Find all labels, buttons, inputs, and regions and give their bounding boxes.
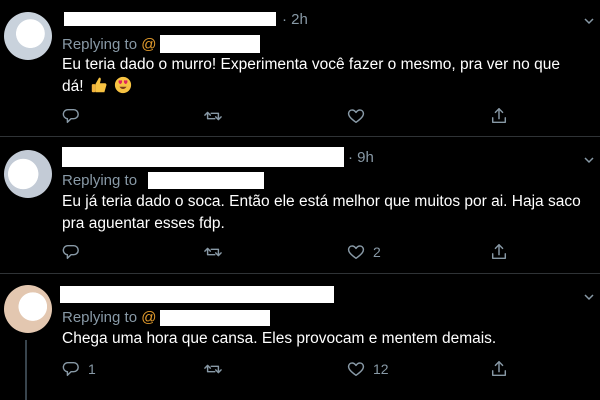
- thread-line: [25, 340, 27, 400]
- tweet-text-line: Eu já teria dado o soca. Então ele está …: [62, 193, 581, 210]
- redacted-mention: [160, 35, 260, 53]
- tweet-text-line: dá!: [62, 76, 592, 98]
- replying-label-text: Replying to: [62, 309, 138, 326]
- replying-to-label: Replying to: [62, 172, 138, 189]
- redacted-username: [62, 147, 344, 167]
- chevron-down-icon[interactable]: [584, 292, 594, 302]
- reply-button[interactable]: [62, 243, 88, 261]
- share-button[interactable]: [490, 107, 508, 125]
- tweet-text: Eu teria dado o murro! Experimenta você …: [62, 54, 592, 98]
- tweet-text-line: Eu teria dado o murro! Experimenta você …: [62, 56, 560, 73]
- avatar[interactable]: [4, 150, 52, 198]
- like-count: 2: [373, 244, 381, 260]
- avatar[interactable]: [4, 12, 52, 60]
- reply-count: 1: [88, 361, 96, 377]
- chevron-down-icon[interactable]: [584, 155, 594, 165]
- chevron-down-icon[interactable]: [584, 16, 594, 26]
- mention-at[interactable]: @: [141, 309, 156, 326]
- reply-icon: [62, 361, 79, 377]
- tweet-text: Chega uma hora que cansa. Eles provocam …: [62, 330, 497, 347]
- reply-icon: [62, 244, 79, 260]
- like-button[interactable]: [347, 107, 373, 125]
- share-button[interactable]: [490, 360, 508, 378]
- tweet-1[interactable]: · 2h Replying to @ Eu teria dado o murro…: [0, 0, 600, 137]
- reply-button[interactable]: [62, 107, 88, 125]
- heart-eyes-emoji-icon: [115, 76, 132, 94]
- share-button[interactable]: [490, 243, 508, 261]
- tweet-text: Eu já teria dado o soca. Então ele está …: [62, 191, 592, 235]
- retweet-icon: [204, 247, 222, 257]
- tweet-text-line: pra aguentar esses fdp.: [62, 215, 225, 232]
- share-icon: [491, 108, 507, 124]
- tweet-text-fragment: dá!: [62, 78, 84, 95]
- redacted-mention: [160, 310, 270, 326]
- reply-icon: [62, 108, 79, 124]
- avatar[interactable]: [4, 285, 52, 333]
- avatar-image: [4, 285, 52, 333]
- like-button[interactable]: 2: [347, 243, 381, 261]
- retweet-button[interactable]: [204, 243, 230, 261]
- tweet-timestamp[interactable]: · 2h: [282, 11, 308, 28]
- retweet-button[interactable]: [204, 107, 230, 125]
- redacted-mention: [148, 172, 264, 189]
- replying-to-label: Replying to @: [62, 36, 156, 53]
- retweet-button[interactable]: [204, 360, 230, 378]
- reply-button[interactable]: 1: [62, 360, 96, 378]
- heart-icon: [347, 362, 365, 377]
- tweet-2[interactable]: · 9h Replying to Eu já teria dado o soca…: [0, 137, 600, 274]
- heart-icon: [347, 245, 365, 260]
- tweet-3[interactable]: Replying to @ Chega uma hora que cansa. …: [0, 274, 600, 400]
- redacted-username: [64, 12, 276, 26]
- heart-icon: [347, 109, 365, 124]
- replying-to-label: Replying to @: [62, 309, 156, 326]
- replying-label-text: Replying to: [62, 36, 138, 53]
- tweet-timestamp[interactable]: · 9h: [348, 149, 374, 166]
- like-button[interactable]: 12: [347, 360, 389, 378]
- redacted-username: [60, 286, 334, 303]
- retweet-icon: [204, 364, 222, 374]
- mention-at[interactable]: @: [141, 36, 156, 53]
- share-icon: [491, 244, 507, 260]
- like-count: 12: [373, 361, 389, 377]
- share-icon: [491, 361, 507, 377]
- avatar-image: [4, 150, 52, 198]
- retweet-icon: [204, 111, 222, 121]
- thumbs-up-emoji-icon: [91, 77, 107, 93]
